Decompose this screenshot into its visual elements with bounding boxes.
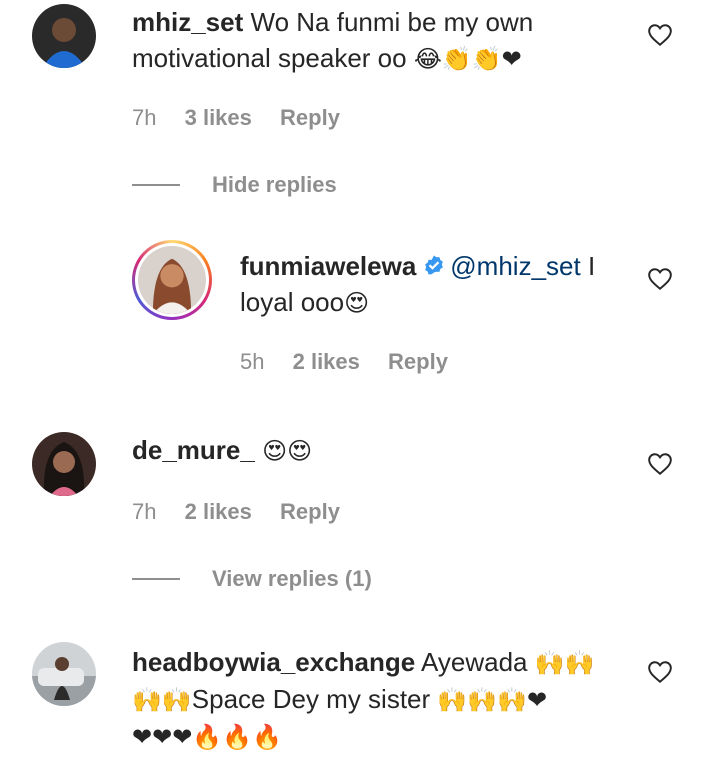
comment-text: mhiz_set Wo Na funmi be my own motivatio…	[132, 4, 602, 77]
hide-replies-button[interactable]: Hide replies	[132, 172, 337, 198]
like-heart-icon[interactable]	[647, 451, 673, 477]
avatar[interactable]	[32, 432, 96, 496]
view-replies-button[interactable]: View replies (1)	[132, 566, 372, 592]
like-heart-icon[interactable]	[647, 659, 673, 685]
comment-body: I	[580, 251, 596, 281]
comment-text: headboywia_exchange Ayewada 🙌🙌 🙌🙌Space D…	[132, 644, 622, 755]
username[interactable]: funmiawelewa	[240, 251, 416, 281]
avatar[interactable]	[32, 642, 96, 706]
emoji-group: 🙌🙌	[132, 686, 192, 714]
avatar	[138, 246, 206, 314]
timestamp: 5h	[240, 349, 265, 374]
username[interactable]: headboywia_exchange	[132, 647, 415, 677]
emoji-group: 😍	[344, 289, 370, 317]
replies-toggle-label[interactable]: Hide replies	[212, 172, 337, 198]
comment-body-line2: Space Dey my sister	[191, 684, 431, 714]
emoji-group: 🙌🙌🙌❤	[437, 686, 548, 714]
timestamp: 7h	[132, 105, 157, 130]
comment-body-line2: loyal ooo	[240, 287, 345, 317]
timestamp: 7h	[132, 499, 157, 524]
reply-button[interactable]: Reply	[280, 499, 340, 524]
emoji-group: 😂👏👏❤	[413, 45, 522, 73]
reply-button[interactable]: Reply	[280, 105, 340, 130]
avatar[interactable]	[32, 4, 96, 68]
comment-mhiz-set: mhiz_set Wo Na funmi be my own motivatio…	[0, 0, 720, 200]
like-heart-icon[interactable]	[647, 22, 673, 48]
comment-meta: 7h 3 likes Reply	[132, 105, 362, 131]
comment-meta: 7h 2 likes Reply	[132, 499, 362, 525]
emoji-group: 🙌🙌	[534, 649, 595, 677]
username[interactable]: mhiz_set	[132, 7, 243, 37]
divider-line	[132, 184, 180, 186]
divider-line	[132, 578, 180, 580]
avatar-story-ring[interactable]	[132, 240, 212, 320]
likes-count[interactable]: 2 likes	[293, 349, 360, 374]
likes-count[interactable]: 3 likes	[185, 105, 252, 130]
comment-body: Ayewada	[421, 647, 528, 677]
emoji-group: ❤❤❤🔥🔥🔥	[132, 723, 282, 751]
likes-count[interactable]: 2 likes	[185, 499, 252, 524]
reply-button[interactable]: Reply	[388, 349, 448, 374]
username[interactable]: de_mure_	[132, 435, 255, 465]
emoji-group: 😍😍	[262, 437, 313, 465]
like-heart-icon[interactable]	[647, 266, 673, 292]
replies-toggle-label[interactable]: View replies (1)	[212, 566, 372, 592]
reply-funmiawelewa: funmiawelewa @mhiz_set I loyal ooo😍 5h 2 …	[0, 230, 720, 390]
verified-badge-icon	[422, 254, 446, 278]
comment-text: funmiawelewa @mhiz_set I loyal ooo😍	[240, 248, 630, 321]
comment-headboywia-exchange: headboywia_exchange Ayewada 🙌🙌 🙌🙌Space D…	[0, 628, 720, 775]
comment-de-mure: de_mure_ 😍😍 7h 2 likes Reply View replie…	[0, 420, 720, 600]
mention-link[interactable]: @mhiz_set	[450, 251, 580, 281]
comment-text: de_mure_ 😍😍	[132, 432, 602, 469]
comment-meta: 5h 2 likes Reply	[240, 349, 470, 375]
